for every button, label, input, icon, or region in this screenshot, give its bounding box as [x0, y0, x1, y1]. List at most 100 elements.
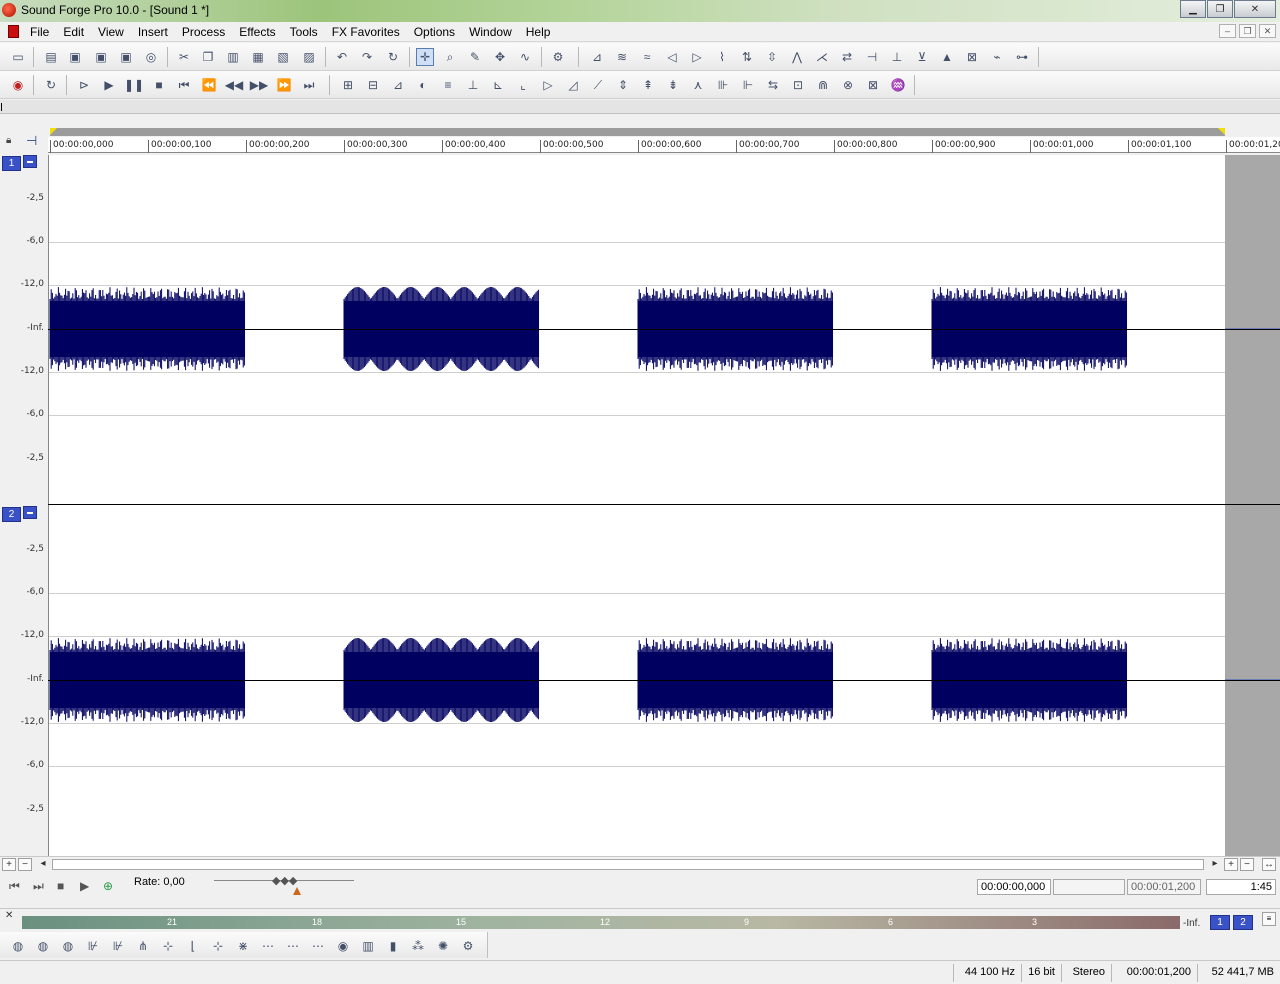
- forward-icon[interactable]: ▶▶: [250, 76, 268, 94]
- process-15-icon[interactable]: ▲: [938, 48, 956, 66]
- channel-1-minimize-icon[interactable]: [23, 155, 37, 168]
- waveform-area[interactable]: [48, 155, 1226, 856]
- pencil-tool-icon[interactable]: ✎: [466, 48, 484, 66]
- lock-icon[interactable]: 🔒︎: [6, 135, 11, 146]
- undo-icon[interactable]: ↶: [333, 48, 351, 66]
- envelope-tool-icon[interactable]: ∿: [516, 48, 534, 66]
- process-5-icon[interactable]: ▷: [688, 48, 706, 66]
- b17-icon[interactable]: ⁂: [409, 937, 427, 955]
- b6-icon[interactable]: ⋔: [134, 937, 152, 955]
- zoom-ratio[interactable]: 1:45: [1206, 879, 1276, 895]
- menu-help[interactable]: Help: [526, 25, 551, 39]
- tool2-22-icon[interactable]: ⊠: [864, 76, 882, 94]
- b3-icon[interactable]: ◍: [59, 937, 77, 955]
- zoom-in-button[interactable]: +: [1224, 858, 1238, 871]
- save-as-icon[interactable]: ▣: [92, 48, 110, 66]
- edit-tool-icon[interactable]: ✛: [416, 48, 434, 66]
- mix-icon[interactable]: ▦: [249, 48, 267, 66]
- process-9-icon[interactable]: ⋀: [788, 48, 806, 66]
- cursor-position[interactable]: 00:00:00,000: [977, 879, 1051, 895]
- process-11-icon[interactable]: ⇄: [838, 48, 856, 66]
- menu-tools[interactable]: Tools: [290, 25, 318, 39]
- play-all-icon[interactable]: ⊳: [75, 76, 93, 94]
- b11-icon[interactable]: ⋯: [259, 937, 277, 955]
- channel-2-badge[interactable]: 2: [2, 507, 21, 522]
- meter-channel-1[interactable]: 1: [1210, 915, 1230, 930]
- render-icon[interactable]: ◎: [142, 48, 160, 66]
- b14-icon[interactable]: ◉: [334, 937, 352, 955]
- snap-icon[interactable]: ⊣: [26, 133, 37, 149]
- tool2-1-icon[interactable]: ⊞: [339, 76, 357, 94]
- doc-restore-button[interactable]: ❐: [1239, 24, 1256, 38]
- tool2-12-icon[interactable]: ⇕: [614, 76, 632, 94]
- b19-icon[interactable]: ⚙: [459, 937, 477, 955]
- play-icon[interactable]: ▶: [80, 879, 89, 893]
- copy-icon[interactable]: ❐: [199, 48, 217, 66]
- b5-icon[interactable]: ⊮: [109, 937, 127, 955]
- play-normal-icon[interactable]: ⊕: [103, 879, 113, 893]
- b2-icon[interactable]: ◍: [34, 937, 52, 955]
- loop-end-marker[interactable]: [1218, 128, 1225, 135]
- tool2-21-icon[interactable]: ⊗: [839, 76, 857, 94]
- close-button[interactable]: ✕: [1234, 0, 1276, 18]
- overview-bar[interactable]: [0, 100, 1280, 114]
- tool2-20-icon[interactable]: ⋒: [814, 76, 832, 94]
- tool2-16-icon[interactable]: ⊪: [714, 76, 732, 94]
- b15-icon[interactable]: ▥: [359, 937, 377, 955]
- save-all-icon[interactable]: ▣: [117, 48, 135, 66]
- process-1-icon[interactable]: ⊿: [588, 48, 606, 66]
- time-ruler[interactable]: 00:00:00,000 00:00:00,100 00:00:00,200 00:0…: [48, 137, 1280, 153]
- event-tool-icon[interactable]: ✥: [491, 48, 509, 66]
- tool2-23-icon[interactable]: ♒: [889, 76, 907, 94]
- b4-icon[interactable]: ⊮: [84, 937, 102, 955]
- redo-icon[interactable]: ↷: [358, 48, 376, 66]
- go-start-icon[interactable]: ⏮: [175, 76, 193, 94]
- pause-icon[interactable]: ❚❚: [124, 76, 144, 94]
- menu-window[interactable]: Window: [469, 25, 512, 39]
- go-start-icon[interactable]: ⏮: [9, 879, 20, 894]
- zoom-out-vertical-button[interactable]: −: [18, 858, 32, 871]
- selection-length[interactable]: [1053, 879, 1125, 895]
- menu-fx-favorites[interactable]: FX Favorites: [332, 25, 400, 39]
- rate-slider-thumb-icon[interactable]: ◆◆◆: [272, 874, 297, 887]
- b18-icon[interactable]: ✺: [434, 937, 452, 955]
- meter-close-icon[interactable]: ✕: [5, 910, 13, 921]
- menu-options[interactable]: Options: [414, 25, 455, 39]
- b1-icon[interactable]: ◍: [9, 937, 27, 955]
- process-18-icon[interactable]: ⊶: [1013, 48, 1031, 66]
- go-end-icon[interactable]: ⏭: [300, 76, 318, 94]
- open-file-icon[interactable]: ▤: [42, 48, 60, 66]
- process-6-icon[interactable]: ⌇: [713, 48, 731, 66]
- process-2-icon[interactable]: ≋: [613, 48, 631, 66]
- channel-1-badge[interactable]: 1: [2, 156, 21, 171]
- b12-icon[interactable]: ⋯: [284, 937, 302, 955]
- prev-icon[interactable]: ⏪: [200, 76, 218, 94]
- zoom-out-button[interactable]: −: [1240, 858, 1254, 871]
- b16-icon[interactable]: ▮: [384, 937, 402, 955]
- scroll-track[interactable]: [52, 859, 1204, 870]
- meter-menu-icon[interactable]: ≡: [1262, 912, 1276, 926]
- loop-icon[interactable]: ↻: [42, 76, 60, 94]
- b8-icon[interactable]: ⌊: [184, 937, 202, 955]
- tool2-7-icon[interactable]: ⊾: [489, 76, 507, 94]
- process-13-icon[interactable]: ⊥: [888, 48, 906, 66]
- process-17-icon[interactable]: ⌁: [988, 48, 1006, 66]
- tool2-9-icon[interactable]: ▷: [539, 76, 557, 94]
- zoom-in-vertical-button[interactable]: +: [2, 858, 16, 871]
- menu-effects[interactable]: Effects: [239, 25, 275, 39]
- save-icon[interactable]: ▣: [66, 48, 84, 66]
- zoom-fit-button[interactable]: ↔: [1262, 858, 1276, 871]
- tool2-11-icon[interactable]: ⟋: [589, 76, 607, 94]
- b9-icon[interactable]: ⊹: [209, 937, 227, 955]
- restore-button[interactable]: ❐: [1207, 0, 1233, 18]
- paste-icon[interactable]: ▥: [224, 48, 242, 66]
- loop-start-marker[interactable]: [50, 128, 57, 135]
- repeat-icon[interactable]: ↻: [384, 48, 402, 66]
- play-icon[interactable]: ▶: [100, 76, 118, 94]
- process-12-icon[interactable]: ⊣: [863, 48, 881, 66]
- minimize-button[interactable]: ▁: [1180, 0, 1206, 18]
- process-3-icon[interactable]: ≈: [638, 48, 656, 66]
- stop-icon[interactable]: ■: [57, 879, 64, 893]
- process-4-icon[interactable]: ◁: [663, 48, 681, 66]
- process-10-icon[interactable]: ⋌: [813, 48, 831, 66]
